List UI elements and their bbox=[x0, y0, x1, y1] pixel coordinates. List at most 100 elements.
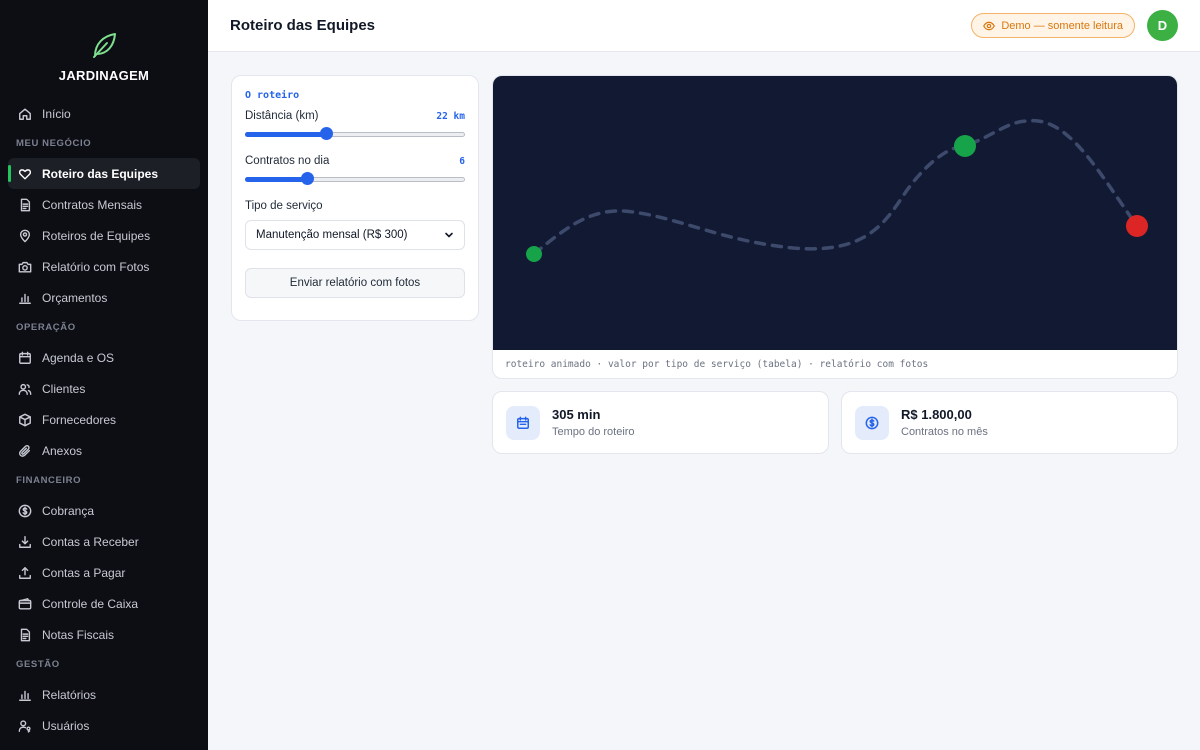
sidebar-nav: Início MEU NEGÓCIO Roteiro das Equipes C… bbox=[0, 98, 208, 741]
section-title-financeiro: FINANCEIRO bbox=[16, 475, 82, 486]
sidebar-item-roteiro-das-equipes[interactable]: Roteiro das Equipes bbox=[8, 158, 200, 189]
dollar-circle-icon bbox=[855, 405, 889, 440]
route-card: roteiro animado · valor por tipo de serv… bbox=[492, 75, 1178, 379]
receipt-icon bbox=[18, 628, 32, 642]
distance-label: Distância (km) bbox=[245, 110, 319, 122]
stat-value: R$ 1.800,00 bbox=[901, 407, 972, 422]
route-caption: roteiro animado · valor por tipo de serv… bbox=[505, 359, 929, 370]
sidebar-item-roteiros-de-equipes[interactable]: Roteiros de Equipes bbox=[8, 220, 200, 251]
slider-fill bbox=[245, 132, 327, 137]
sidebar-item-label: Fornecedores bbox=[42, 412, 117, 427]
document-icon bbox=[18, 198, 32, 212]
sidebar: JARDINAGEM Início MEU NEGÓCIO Roteiro da… bbox=[0, 0, 208, 750]
sidebar-item-inicio[interactable]: Início bbox=[8, 98, 200, 129]
route-path bbox=[532, 119, 1139, 256]
sidebar-item-contas-a-receber[interactable]: Contas a Receber bbox=[8, 526, 200, 557]
sidebar-item-cobranca[interactable]: Cobrança bbox=[8, 495, 200, 526]
distance-value: 22 km bbox=[436, 110, 465, 122]
sidebar-item-notas-fiscais[interactable]: Notas Fiscais bbox=[8, 619, 200, 650]
top-header: Roteiro das Equipes Demo — somente leitu… bbox=[208, 0, 1200, 52]
route-svg bbox=[526, 119, 1148, 262]
sidebar-item-orcamentos[interactable]: Orçamentos bbox=[8, 282, 200, 313]
avatar[interactable]: D bbox=[1147, 10, 1178, 41]
service-type-select[interactable]: Manutenção mensal (R$ 300) bbox=[245, 220, 465, 250]
stat-card-route-time: 305 min Tempo do roteiro bbox=[492, 391, 829, 454]
heart-icon bbox=[18, 167, 32, 181]
calendar-icon bbox=[506, 405, 540, 440]
header-actions: Demo — somente leitura D bbox=[971, 10, 1178, 41]
stat-label: Tempo do roteiro bbox=[552, 426, 635, 438]
sidebar-item-relatorio-com-fotos[interactable]: Relatório com Fotos bbox=[8, 251, 200, 282]
stat-value: 305 min bbox=[552, 407, 601, 422]
contracts-row: Contratos no dia 6 bbox=[245, 155, 465, 167]
slider-thumb[interactable] bbox=[320, 127, 334, 140]
sidebar-item-clientes[interactable]: Clientes bbox=[8, 373, 200, 404]
contracts-label: Contratos no dia bbox=[245, 155, 330, 167]
chevron-down-icon bbox=[445, 232, 453, 238]
sidebar-item-usuarios[interactable]: Usuários bbox=[8, 710, 200, 741]
eye-icon bbox=[983, 21, 996, 30]
paperclip-icon bbox=[18, 444, 32, 458]
dollar-circle-icon bbox=[18, 504, 32, 518]
bar-chart-icon bbox=[18, 291, 32, 305]
sidebar-item-label: Anexos bbox=[42, 443, 83, 458]
sidebar-item-label: Contratos Mensais bbox=[42, 197, 143, 212]
sidebar-item-label: Orçamentos bbox=[42, 290, 108, 305]
sidebar-item-label: Controle de Caixa bbox=[42, 596, 139, 611]
box-icon bbox=[18, 413, 32, 427]
service-type-value: Manutenção mensal (R$ 300) bbox=[256, 229, 408, 241]
sidebar-item-label: Notas Fiscais bbox=[42, 627, 115, 642]
service-type-label: Tipo de serviço bbox=[245, 200, 323, 212]
send-report-button[interactable]: Enviar relatório com fotos bbox=[245, 268, 465, 298]
sidebar-item-label: Contas a Receber bbox=[42, 534, 139, 549]
sidebar-item-label: Contas a Pagar bbox=[42, 565, 126, 580]
distance-slider[interactable] bbox=[245, 127, 465, 141]
home-icon bbox=[18, 107, 32, 121]
sidebar-item-anexos[interactable]: Anexos bbox=[8, 435, 200, 466]
sidebar-item-label: Cobrança bbox=[42, 503, 95, 518]
stat-card-monthly-contracts: R$ 1.800,00 Contratos no mês bbox=[841, 391, 1178, 454]
section-title-meu-negocio: MEU NEGÓCIO bbox=[16, 138, 92, 149]
demo-badge: Demo — somente leitura bbox=[971, 13, 1135, 38]
calendar-icon bbox=[18, 351, 32, 365]
sidebar-item-label: Roteiros de Equipes bbox=[42, 228, 151, 243]
brand: JARDINAGEM bbox=[0, 0, 208, 98]
upload-icon bbox=[18, 566, 32, 580]
leaf-icon bbox=[93, 33, 116, 58]
sidebar-item-label: Início bbox=[42, 106, 71, 121]
camera-icon bbox=[18, 260, 32, 274]
user-key-icon bbox=[18, 719, 32, 733]
route-current-point bbox=[954, 135, 976, 157]
sidebar-item-label: Roteiro das Equipes bbox=[42, 166, 159, 181]
wallet-icon bbox=[18, 597, 32, 611]
stat-label: Contratos no mês bbox=[901, 426, 988, 438]
sidebar-item-label: Relatório com Fotos bbox=[42, 259, 150, 274]
contracts-slider[interactable] bbox=[245, 172, 465, 186]
demo-badge-label: Demo — somente leitura bbox=[1001, 19, 1123, 32]
sidebar-item-fornecedores[interactable]: Fornecedores bbox=[8, 404, 200, 435]
route-start-point bbox=[526, 246, 542, 262]
map-pin-icon bbox=[18, 229, 32, 243]
download-icon bbox=[18, 535, 32, 549]
users-icon bbox=[18, 382, 32, 396]
sidebar-item-label: Clientes bbox=[42, 381, 86, 396]
sidebar-item-contas-a-pagar[interactable]: Contas a Pagar bbox=[8, 557, 200, 588]
sidebar-item-label: Agenda e OS bbox=[42, 350, 115, 365]
panel-title: O roteiro bbox=[245, 90, 300, 101]
bar-chart-icon bbox=[18, 688, 32, 702]
contracts-value: 6 bbox=[459, 155, 465, 167]
route-canvas bbox=[493, 76, 1177, 350]
route-end-point bbox=[1126, 215, 1148, 237]
route-controls-panel: O roteiro Distância (km) 22 km Contratos… bbox=[231, 75, 479, 321]
sidebar-item-controle-de-caixa[interactable]: Controle de Caixa bbox=[8, 588, 200, 619]
sidebar-item-relatorios[interactable]: Relatórios bbox=[8, 679, 200, 710]
slider-thumb[interactable] bbox=[300, 172, 314, 185]
distance-row: Distância (km) 22 km bbox=[245, 110, 465, 122]
brand-name: JARDINAGEM bbox=[58, 68, 150, 83]
page-title: Roteiro das Equipes bbox=[230, 17, 376, 34]
sidebar-item-label: Relatórios bbox=[42, 687, 97, 702]
sidebar-item-agenda-e-os[interactable]: Agenda e OS bbox=[8, 342, 200, 373]
sidebar-item-contratos-mensais[interactable]: Contratos Mensais bbox=[8, 189, 200, 220]
section-title-operacao: OPERAÇÃO bbox=[16, 322, 76, 333]
section-title-gestao: GESTÃO bbox=[16, 659, 60, 670]
